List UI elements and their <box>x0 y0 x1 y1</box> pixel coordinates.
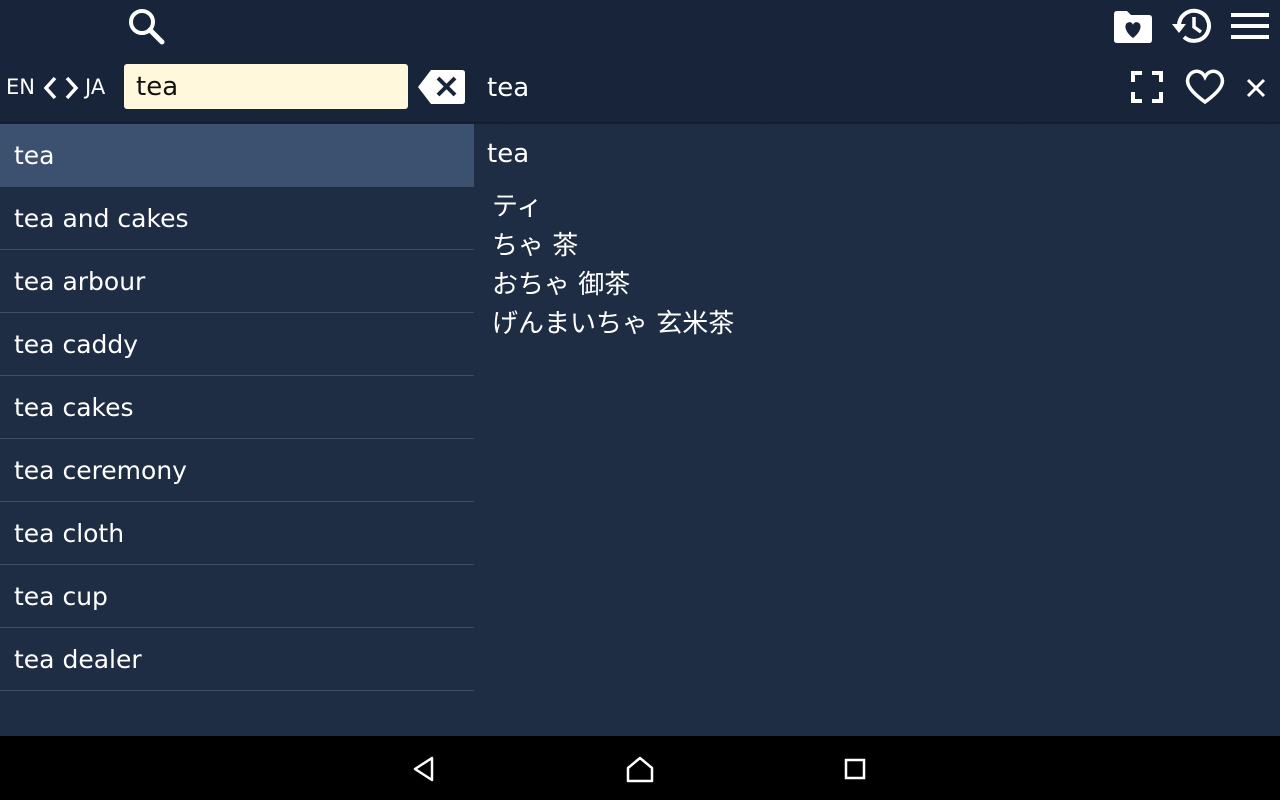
list-item[interactable]: tea arbour <box>0 250 474 313</box>
translation-item: ちゃ 茶 <box>492 231 579 261</box>
translation-item: ティ <box>492 192 543 222</box>
list-item[interactable]: tea cup <box>0 565 474 628</box>
search-field[interactable] <box>124 64 408 109</box>
list-item[interactable]: tea <box>0 124 474 187</box>
detail-header-word: tea <box>487 73 530 103</box>
search-icon[interactable] <box>124 4 168 48</box>
translation-item: おちゃ 御茶 <box>492 270 631 300</box>
list-item[interactable]: tea dealer <box>0 628 474 691</box>
history-icon[interactable] <box>1169 4 1215 48</box>
chevron-left-icon[interactable] <box>40 74 60 102</box>
list-item[interactable]: tea and cakes <box>0 187 474 250</box>
list-item[interactable]: tea cakes <box>0 376 474 439</box>
fullscreen-icon[interactable] <box>1129 69 1165 105</box>
heart-icon[interactable] <box>1183 67 1227 107</box>
recents-icon[interactable] <box>840 755 870 783</box>
target-language-label[interactable]: JA <box>85 74 105 100</box>
back-icon[interactable] <box>408 754 440 784</box>
menu-icon[interactable] <box>1229 8 1271 44</box>
backspace-clear-icon[interactable] <box>417 67 467 107</box>
system-navigation-bar <box>0 736 1280 800</box>
translation-item: げんまいちゃ 玄米茶 <box>492 309 735 339</box>
translation-pane: tea ティ ちゃ 茶 おちゃ 御茶 げんまいちゃ 玄米茶 <box>474 124 1280 736</box>
chevron-right-icon[interactable] <box>62 74 82 102</box>
translation-list: ティ ちゃ 茶 おちゃ 御茶 げんまいちゃ 玄米茶 <box>492 188 734 344</box>
search-input[interactable] <box>134 70 398 103</box>
list-item[interactable]: tea ceremony <box>0 439 474 502</box>
favorites-folder-icon[interactable] <box>1111 8 1155 46</box>
home-icon[interactable] <box>623 754 657 784</box>
close-icon[interactable] <box>1243 75 1269 101</box>
list-item[interactable]: tea cloth <box>0 502 474 565</box>
list-item[interactable]: tea caddy <box>0 313 474 376</box>
source-language-label[interactable]: EN <box>6 74 35 100</box>
word-list: tea tea and cakes tea arbour tea caddy t… <box>0 124 474 691</box>
entry-headword: tea <box>487 139 530 169</box>
